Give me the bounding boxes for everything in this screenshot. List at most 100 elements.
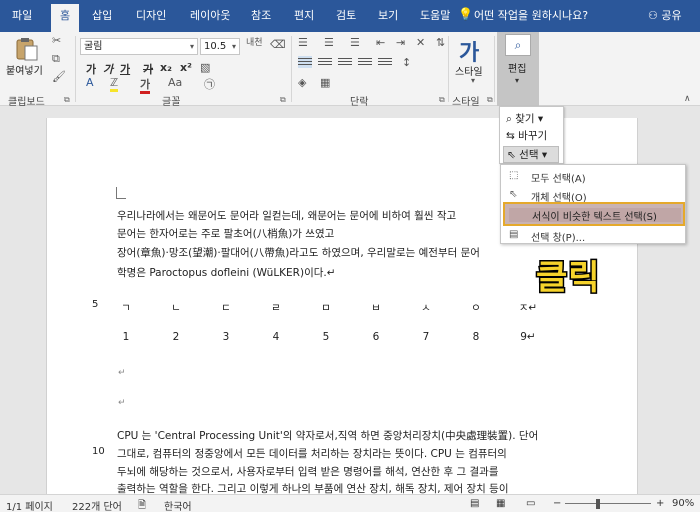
page-count[interactable]: 1/1 페이지 <box>6 498 53 512</box>
chevron-down-icon: ▾ <box>231 42 236 51</box>
italic-button[interactable]: 가 <box>103 61 113 77</box>
tab-view[interactable]: 보기 <box>378 7 398 32</box>
zoom-out-icon[interactable]: − <box>553 498 561 509</box>
doc-text-line: 두뇌에 해당하는 것으로서, 사용자로부터 입력 받은 명령어를 해석, 연산한… <box>117 466 499 478</box>
font-color-button[interactable]: 가 <box>140 76 151 94</box>
line-spacing-icon[interactable]: ↕ <box>402 56 411 69</box>
borders-icon[interactable]: ▦ <box>320 76 330 89</box>
doc-text-line: 장어(章魚)·망조(望潮)·팔대어(八帶魚)라고도 하였으며, 우리말로는 예전… <box>117 247 480 259</box>
styles-launcher-icon[interactable]: ⧉ <box>487 95 493 105</box>
paragraph-shading-icon[interactable]: ◈ <box>298 76 306 89</box>
zoom-level[interactable]: 90% <box>672 498 694 509</box>
tab-review[interactable]: 검토 <box>336 7 356 32</box>
doc-text-line: 학명은 Paroctopus dofleini (WüLKER)이다.↵ <box>117 267 336 279</box>
styles-button[interactable]: 스타일 <box>455 63 483 78</box>
share-button[interactable]: ⚇ 공유 <box>648 7 682 23</box>
font-size-box[interactable]: 10.5 ▾ <box>200 38 240 55</box>
proofing-icon[interactable]: 🗎 <box>138 498 146 512</box>
format-painter-icon[interactable]: 🖌 <box>52 70 66 83</box>
table-cell: ㅂ <box>371 302 381 314</box>
change-case-button[interactable]: Aa <box>168 76 182 89</box>
select-similar-formatting-item[interactable]: 서식이 비슷한 텍스트 선택(S) <box>503 202 685 226</box>
tab-references[interactable]: 참조 <box>251 7 271 32</box>
zoom-slider-handle[interactable] <box>596 499 600 509</box>
clear-format-icon[interactable]: ⌫ <box>270 38 286 51</box>
tell-me-search[interactable]: 어떤 작업을 원하시나요? <box>474 7 588 23</box>
shading-icon[interactable]: ▧ <box>200 61 210 74</box>
bullets-icon[interactable]: ☰ <box>298 36 308 49</box>
text-effects-icon[interactable]: A <box>86 76 94 89</box>
font-name-box[interactable]: 굴림 ▾ <box>80 38 198 55</box>
table-cell: 2 <box>172 331 180 343</box>
tab-mailings[interactable]: 편지 <box>294 7 314 32</box>
tab-help[interactable]: 도움말 <box>420 7 450 32</box>
multilevel-list-icon[interactable]: ☰ <box>350 36 360 49</box>
align-right-icon[interactable] <box>338 56 352 68</box>
subscript-button[interactable]: x₂ <box>160 61 172 74</box>
superscript-button[interactable]: x² <box>180 61 192 74</box>
chevron-down-icon: ▾ <box>541 149 548 161</box>
tab-file[interactable]: 파일 <box>12 7 32 32</box>
group-divider <box>291 36 292 102</box>
cut-icon[interactable]: ✂ <box>52 34 61 47</box>
ribbon-tab-bar: 파일 홈 삽입 디자인 레이아웃 참조 편지 검토 보기 도움말 💡 어떤 작업… <box>0 0 700 32</box>
clipboard-launcher-icon[interactable]: ⧉ <box>64 95 70 105</box>
selection-pane-item[interactable]: 선택 창(P)... <box>531 229 585 244</box>
table-cell: 7 <box>422 331 430 343</box>
word-count[interactable]: 222개 단어 <box>72 498 122 512</box>
justify-icon[interactable] <box>358 56 372 68</box>
paragraph-mark: ↵ <box>118 398 126 408</box>
decrease-indent-icon[interactable]: ⇤ <box>376 36 385 49</box>
paste-button[interactable]: 붙여넣기 <box>6 62 43 77</box>
cursor-icon: ⇖ <box>507 149 516 161</box>
tab-layout[interactable]: 레이아웃 <box>190 7 230 32</box>
selection-pane-icon: ▤ <box>509 229 519 240</box>
select-all-icon: ⬚ <box>509 170 519 181</box>
font-phonetic-icon[interactable]: 내천 <box>246 35 263 48</box>
zoom-slider[interactable] <box>565 503 651 504</box>
web-layout-icon[interactable]: ▭ <box>526 498 535 509</box>
person-icon: ⚇ <box>648 9 658 22</box>
find-button[interactable]: ⌕ 찾기 ▾ <box>506 111 543 126</box>
strikethrough-button[interactable]: 가 <box>143 61 153 77</box>
collapse-ribbon-icon[interactable]: ∧ <box>684 94 691 104</box>
table-cell: 8 <box>472 331 480 343</box>
tab-home[interactable]: 홈 <box>51 4 79 32</box>
table-cell: ㅇ <box>471 302 481 314</box>
paste-icon[interactable] <box>14 36 40 62</box>
char-border-icon[interactable]: ㉠ <box>204 76 215 92</box>
read-mode-icon[interactable]: ▤ <box>470 498 479 509</box>
tab-design[interactable]: 디자인 <box>136 7 166 32</box>
ribbon: 붙여넣기 ✂ ⧉ 🖌 클립보드 ⧉ 굴림 ▾ 10.5 ▾ 내천 ⌫ 가 가 가 가… <box>0 32 700 108</box>
align-center-icon[interactable] <box>318 56 332 68</box>
underline-button[interactable]: 가 <box>120 61 130 77</box>
bold-button[interactable]: 가 <box>86 61 96 77</box>
group-divider <box>448 36 449 102</box>
doc-text-line: 그대로, 컴퓨터의 정중앙에서 모든 데이터를 처리하는 장치라는 뜻이다. C… <box>117 448 507 460</box>
sort-icon[interactable]: ⇅ <box>436 36 445 49</box>
copy-icon[interactable]: ⧉ <box>52 52 60 66</box>
table-cell: 1 <box>122 331 130 343</box>
chevron-down-icon: ▾ <box>537 113 544 125</box>
print-layout-icon[interactable]: ▦ <box>496 498 505 509</box>
chevron-down-icon: ▾ <box>189 42 194 51</box>
table-cell: ㅅ <box>421 302 431 314</box>
increase-indent-icon[interactable]: ⇥ <box>396 36 405 49</box>
replace-button[interactable]: ⇆ 바꾸기 <box>506 128 547 143</box>
select-all-item[interactable]: 모두 선택(A) <box>531 170 586 185</box>
doc-text-line: 우리나라에서는 왜문어도 문어라 일컫는데, 왜문어는 문어에 비하여 훨씬 작… <box>117 210 457 222</box>
distributed-icon[interactable] <box>378 56 392 68</box>
zoom-in-icon[interactable]: + <box>656 498 664 509</box>
language[interactable]: 한국어 <box>164 498 192 512</box>
ruler <box>0 106 700 118</box>
cursor-icon: ⇖ <box>509 189 518 200</box>
click-annotation: 클릭 <box>535 257 602 300</box>
align-left-icon[interactable] <box>298 56 312 68</box>
numbering-icon[interactable]: ☰ <box>324 36 334 49</box>
highlight-icon[interactable]: ℤ <box>110 76 119 92</box>
select-button[interactable]: ⇖ 선택 ▾ <box>503 146 559 163</box>
asian-layout-icon[interactable]: ✕ <box>416 36 425 49</box>
font-launcher-icon[interactable]: ⧉ <box>280 95 286 105</box>
tab-insert[interactable]: 삽입 <box>92 7 112 32</box>
paragraph-launcher-icon[interactable]: ⧉ <box>439 95 445 105</box>
